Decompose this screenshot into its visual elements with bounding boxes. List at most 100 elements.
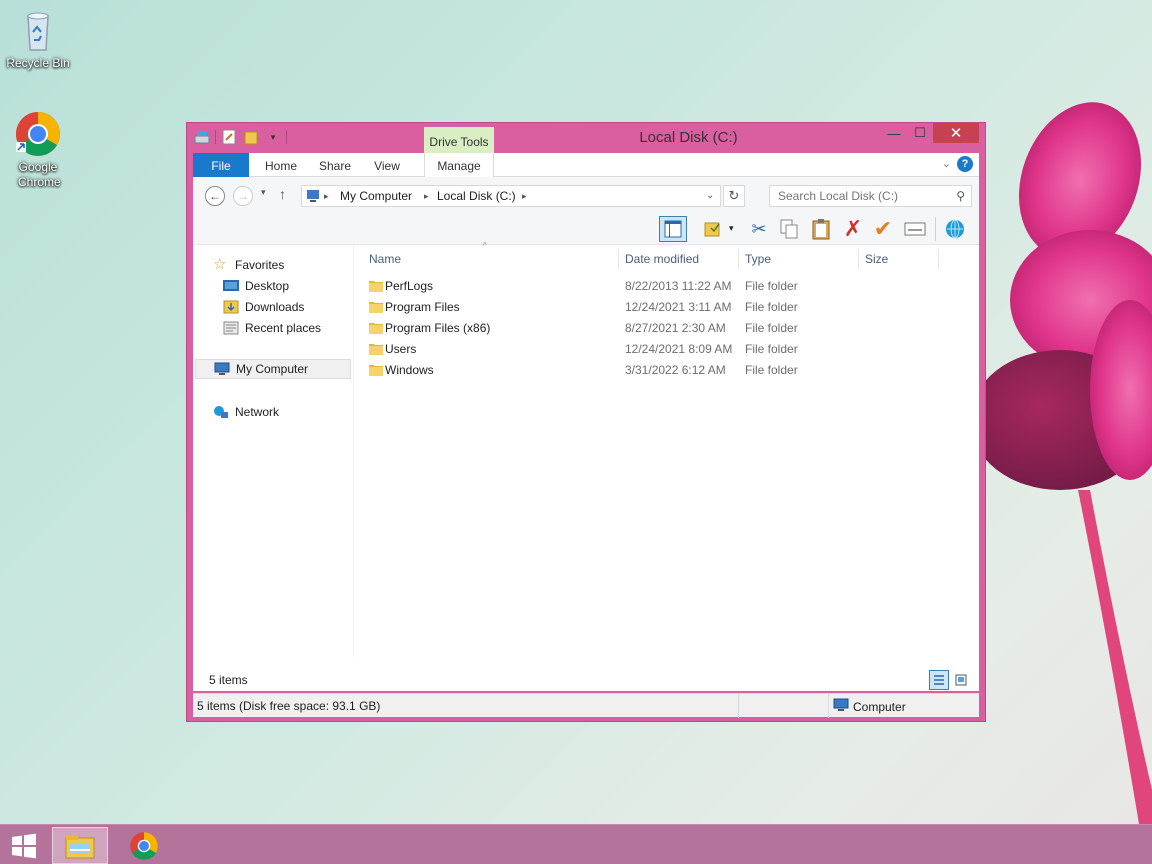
file-name: Windows xyxy=(385,363,434,377)
search-box: ⚲ xyxy=(769,185,972,207)
file-row[interactable]: Windows 3/31/2022 6:12 AM File folder xyxy=(363,360,943,381)
desktop-icon-recycle-bin[interactable]: Recycle Bin xyxy=(0,6,76,71)
select-dropdown-icon[interactable]: ▾ xyxy=(729,223,734,234)
preview-pane-icon[interactable] xyxy=(659,216,687,242)
toolbar: ▾ ✂ ✗ ✔ xyxy=(193,213,979,245)
downloads-icon xyxy=(223,300,239,314)
taskbar-chrome[interactable] xyxy=(116,827,172,864)
file-row[interactable]: Program Files 12/24/2021 3:11 AM File fold… xyxy=(363,297,943,318)
file-list: ^ Name Date modified Type Size PerfLogs 8… xyxy=(363,241,979,691)
column-header-name[interactable]: Name xyxy=(363,249,619,269)
forward-button[interactable]: → xyxy=(233,186,253,206)
file-name: Program Files (x86) xyxy=(385,321,491,335)
maximize-button[interactable]: ☐ xyxy=(907,123,933,143)
nav-favorites[interactable]: ☆ Favorites xyxy=(213,255,284,275)
up-button[interactable]: ↑ xyxy=(279,186,286,202)
nav-recent-places-label: Recent places xyxy=(245,321,322,335)
tab-manage[interactable]: Manage xyxy=(424,153,494,177)
computer-icon xyxy=(214,362,230,376)
folder-icon xyxy=(369,323,383,334)
tab-file[interactable]: File xyxy=(193,153,249,177)
ribbon-tabs: File Home Share View Manage ⌄ ? xyxy=(193,153,979,177)
globe-icon[interactable] xyxy=(941,216,969,242)
nav-my-computer[interactable]: My Computer xyxy=(195,359,351,379)
file-type: File folder xyxy=(745,279,798,293)
select-folder-icon[interactable] xyxy=(699,216,727,242)
details-view-icon[interactable] xyxy=(929,670,949,690)
file-explorer-icon xyxy=(65,834,95,858)
tab-home[interactable]: Home xyxy=(253,153,309,177)
back-button[interactable]: ← xyxy=(205,186,225,206)
recycle-bin-icon xyxy=(14,6,62,54)
nav-downloads-label: Downloads xyxy=(245,300,305,314)
status-computer: Computer xyxy=(833,698,906,715)
paste-icon[interactable] xyxy=(807,216,835,242)
folder-icon xyxy=(369,302,383,313)
desktop-icon-chrome[interactable]: Google Chrome xyxy=(0,110,76,190)
file-type: File folder xyxy=(745,300,798,314)
file-date: 12/24/2021 3:11 AM xyxy=(625,300,732,314)
rename-icon[interactable]: ✔ xyxy=(869,216,897,242)
status-computer-label: Computer xyxy=(853,699,906,714)
network-icon xyxy=(213,405,229,419)
taskbar-file-explorer[interactable] xyxy=(52,827,108,864)
large-icons-view-icon[interactable] xyxy=(953,672,969,688)
content-area: ☆ Favorites Desktop Downloads Recent pla… xyxy=(193,241,979,691)
recent-locations-icon[interactable]: ▾ xyxy=(261,187,266,198)
file-type: File folder xyxy=(745,321,798,335)
search-icon[interactable]: ⚲ xyxy=(956,189,965,203)
navigation-pane: ☆ Favorites Desktop Downloads Recent pla… xyxy=(193,245,353,691)
search-input[interactable] xyxy=(770,186,945,206)
copy-icon[interactable] xyxy=(775,216,803,242)
nav-downloads[interactable]: Downloads xyxy=(223,297,304,317)
folder-icon xyxy=(369,365,383,376)
desktop-icon-label: Recycle Bin xyxy=(6,56,70,70)
breadcrumb-chevron-icon[interactable]: ▸ xyxy=(424,191,429,202)
nav-my-computer-label: My Computer xyxy=(236,362,309,376)
desktop-icon-label: Google Chrome xyxy=(18,160,61,189)
file-name: PerfLogs xyxy=(385,279,434,293)
column-header-type[interactable]: Type xyxy=(739,249,859,269)
file-date: 3/31/2022 6:12 AM xyxy=(625,363,726,377)
minimize-button[interactable]: — xyxy=(881,123,907,143)
properties-toolbar-icon[interactable] xyxy=(901,216,929,242)
file-name: Users xyxy=(385,342,417,356)
close-button[interactable]: ✕ xyxy=(933,123,979,143)
file-row[interactable]: PerfLogs 8/22/2013 11:22 AM File folder xyxy=(363,276,943,297)
expand-ribbon-icon[interactable]: ⌄ xyxy=(942,157,951,170)
address-dropdown-icon[interactable]: ⌄ xyxy=(706,190,714,201)
nav-desktop-label: Desktop xyxy=(245,279,290,293)
column-header-size[interactable]: Size xyxy=(859,249,939,269)
explorer-window: ▾ Drive Tools Local Disk (C:) — ☐ ✕ File… xyxy=(186,122,986,722)
column-header-date-modified[interactable]: Date modified xyxy=(619,249,739,269)
chrome-icon xyxy=(14,110,62,158)
folder-icon xyxy=(369,344,383,355)
file-date: 8/27/2021 2:30 AM xyxy=(625,321,726,335)
file-date: 8/22/2013 11:22 AM xyxy=(625,279,732,293)
recent-places-icon xyxy=(223,321,239,335)
title-bar[interactable]: ▾ Drive Tools Local Disk (C:) — ☐ ✕ xyxy=(187,123,985,155)
desktop-icon xyxy=(223,279,239,293)
address-input[interactable]: ▸ My Computer ▸ Local Disk (C:) ▸ ⌄ xyxy=(301,185,721,207)
nav-network[interactable]: Network xyxy=(213,402,279,422)
nav-recent-places[interactable]: Recent places xyxy=(223,318,321,338)
help-icon[interactable]: ? xyxy=(957,156,973,172)
breadcrumb-local-disk[interactable]: Local Disk (C:) xyxy=(437,189,516,203)
nav-favorites-label: Favorites xyxy=(235,258,285,272)
tab-view[interactable]: View xyxy=(365,153,409,177)
file-date: 12/24/2021 8:09 AM xyxy=(625,342,733,356)
cut-icon[interactable]: ✂ xyxy=(745,216,773,242)
file-row[interactable]: Program Files (x86) 8/27/2021 2:30 AM File… xyxy=(363,318,943,339)
file-row[interactable]: Users 12/24/2021 8:09 AM File folder xyxy=(363,339,943,360)
refresh-button[interactable]: ↻ xyxy=(723,185,745,207)
breadcrumb-chevron-icon[interactable]: ▸ xyxy=(324,191,329,202)
nav-desktop[interactable]: Desktop xyxy=(223,276,289,296)
tab-share[interactable]: Share xyxy=(311,153,359,177)
file-type: File folder xyxy=(745,363,798,377)
breadcrumb-chevron-icon[interactable]: ▸ xyxy=(522,191,527,202)
breadcrumb-my-computer[interactable]: My Computer xyxy=(340,189,412,203)
delete-icon[interactable]: ✗ xyxy=(839,216,867,242)
start-button[interactable] xyxy=(0,827,48,864)
file-name: Program Files xyxy=(385,300,460,314)
window-title: Local Disk (C:) xyxy=(639,129,738,146)
